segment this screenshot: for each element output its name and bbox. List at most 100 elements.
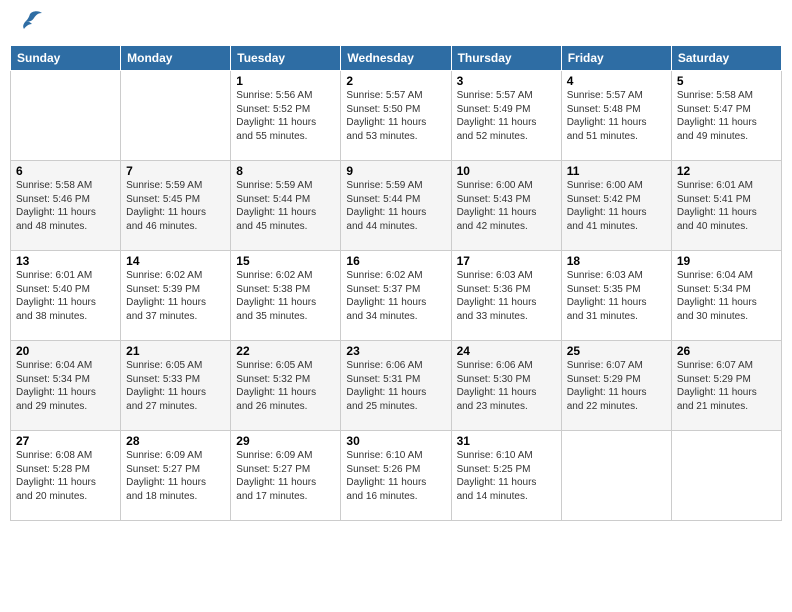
calendar-table: SundayMondayTuesdayWednesdayThursdayFrid… bbox=[10, 45, 782, 521]
day-info: Sunrise: 6:09 AMSunset: 5:27 PMDaylight:… bbox=[236, 449, 335, 503]
page-header bbox=[10, 10, 782, 37]
calendar-cell: 21Sunrise: 6:05 AMSunset: 5:33 PMDayligh… bbox=[121, 341, 231, 431]
calendar-cell bbox=[671, 431, 781, 521]
day-number: 4 bbox=[567, 74, 666, 88]
column-header-saturday: Saturday bbox=[671, 46, 781, 71]
day-info: Sunrise: 6:02 AMSunset: 5:38 PMDaylight:… bbox=[236, 269, 335, 323]
day-number: 10 bbox=[457, 164, 556, 178]
day-number: 31 bbox=[457, 434, 556, 448]
calendar-cell: 15Sunrise: 6:02 AMSunset: 5:38 PMDayligh… bbox=[231, 251, 341, 341]
calendar-cell: 27Sunrise: 6:08 AMSunset: 5:28 PMDayligh… bbox=[11, 431, 121, 521]
day-info: Sunrise: 6:08 AMSunset: 5:28 PMDaylight:… bbox=[16, 449, 115, 503]
day-number: 26 bbox=[677, 344, 776, 358]
calendar-cell: 7Sunrise: 5:59 AMSunset: 5:45 PMDaylight… bbox=[121, 161, 231, 251]
day-info: Sunrise: 5:57 AMSunset: 5:49 PMDaylight:… bbox=[457, 89, 556, 143]
day-info: Sunrise: 6:04 AMSunset: 5:34 PMDaylight:… bbox=[16, 359, 115, 413]
calendar-cell: 29Sunrise: 6:09 AMSunset: 5:27 PMDayligh… bbox=[231, 431, 341, 521]
day-info: Sunrise: 6:04 AMSunset: 5:34 PMDaylight:… bbox=[677, 269, 776, 323]
calendar-cell: 19Sunrise: 6:04 AMSunset: 5:34 PMDayligh… bbox=[671, 251, 781, 341]
column-header-tuesday: Tuesday bbox=[231, 46, 341, 71]
day-number: 7 bbox=[126, 164, 225, 178]
day-info: Sunrise: 5:58 AMSunset: 5:47 PMDaylight:… bbox=[677, 89, 776, 143]
day-info: Sunrise: 6:01 AMSunset: 5:40 PMDaylight:… bbox=[16, 269, 115, 323]
calendar-cell: 11Sunrise: 6:00 AMSunset: 5:42 PMDayligh… bbox=[561, 161, 671, 251]
calendar-cell: 23Sunrise: 6:06 AMSunset: 5:31 PMDayligh… bbox=[341, 341, 451, 431]
day-number: 1 bbox=[236, 74, 335, 88]
calendar-week-3: 13Sunrise: 6:01 AMSunset: 5:40 PMDayligh… bbox=[11, 251, 782, 341]
calendar-cell: 1Sunrise: 5:56 AMSunset: 5:52 PMDaylight… bbox=[231, 71, 341, 161]
day-number: 5 bbox=[677, 74, 776, 88]
day-number: 23 bbox=[346, 344, 445, 358]
calendar-cell: 13Sunrise: 6:01 AMSunset: 5:40 PMDayligh… bbox=[11, 251, 121, 341]
calendar-cell: 8Sunrise: 5:59 AMSunset: 5:44 PMDaylight… bbox=[231, 161, 341, 251]
calendar-cell: 26Sunrise: 6:07 AMSunset: 5:29 PMDayligh… bbox=[671, 341, 781, 431]
day-info: Sunrise: 6:03 AMSunset: 5:35 PMDaylight:… bbox=[567, 269, 666, 323]
calendar-cell: 30Sunrise: 6:10 AMSunset: 5:26 PMDayligh… bbox=[341, 431, 451, 521]
calendar-week-5: 27Sunrise: 6:08 AMSunset: 5:28 PMDayligh… bbox=[11, 431, 782, 521]
day-info: Sunrise: 6:05 AMSunset: 5:32 PMDaylight:… bbox=[236, 359, 335, 413]
calendar-cell: 22Sunrise: 6:05 AMSunset: 5:32 PMDayligh… bbox=[231, 341, 341, 431]
logo bbox=[14, 10, 44, 37]
calendar-week-1: 1Sunrise: 5:56 AMSunset: 5:52 PMDaylight… bbox=[11, 71, 782, 161]
calendar-cell: 28Sunrise: 6:09 AMSunset: 5:27 PMDayligh… bbox=[121, 431, 231, 521]
calendar-cell: 18Sunrise: 6:03 AMSunset: 5:35 PMDayligh… bbox=[561, 251, 671, 341]
day-number: 21 bbox=[126, 344, 225, 358]
day-info: Sunrise: 6:00 AMSunset: 5:43 PMDaylight:… bbox=[457, 179, 556, 233]
day-number: 30 bbox=[346, 434, 445, 448]
calendar-cell: 25Sunrise: 6:07 AMSunset: 5:29 PMDayligh… bbox=[561, 341, 671, 431]
calendar-cell bbox=[561, 431, 671, 521]
calendar-cell: 31Sunrise: 6:10 AMSunset: 5:25 PMDayligh… bbox=[451, 431, 561, 521]
calendar-cell: 24Sunrise: 6:06 AMSunset: 5:30 PMDayligh… bbox=[451, 341, 561, 431]
logo-bird-icon bbox=[16, 10, 44, 37]
day-number: 20 bbox=[16, 344, 115, 358]
day-number: 3 bbox=[457, 74, 556, 88]
calendar-week-4: 20Sunrise: 6:04 AMSunset: 5:34 PMDayligh… bbox=[11, 341, 782, 431]
calendar-week-2: 6Sunrise: 5:58 AMSunset: 5:46 PMDaylight… bbox=[11, 161, 782, 251]
day-number: 13 bbox=[16, 254, 115, 268]
day-info: Sunrise: 6:09 AMSunset: 5:27 PMDaylight:… bbox=[126, 449, 225, 503]
day-number: 17 bbox=[457, 254, 556, 268]
day-number: 2 bbox=[346, 74, 445, 88]
day-info: Sunrise: 5:59 AMSunset: 5:44 PMDaylight:… bbox=[236, 179, 335, 233]
column-header-thursday: Thursday bbox=[451, 46, 561, 71]
day-number: 9 bbox=[346, 164, 445, 178]
day-info: Sunrise: 6:01 AMSunset: 5:41 PMDaylight:… bbox=[677, 179, 776, 233]
calendar-cell: 6Sunrise: 5:58 AMSunset: 5:46 PMDaylight… bbox=[11, 161, 121, 251]
day-number: 12 bbox=[677, 164, 776, 178]
day-info: Sunrise: 5:58 AMSunset: 5:46 PMDaylight:… bbox=[16, 179, 115, 233]
day-info: Sunrise: 6:10 AMSunset: 5:25 PMDaylight:… bbox=[457, 449, 556, 503]
day-number: 18 bbox=[567, 254, 666, 268]
column-header-wednesday: Wednesday bbox=[341, 46, 451, 71]
calendar-cell: 17Sunrise: 6:03 AMSunset: 5:36 PMDayligh… bbox=[451, 251, 561, 341]
column-header-friday: Friday bbox=[561, 46, 671, 71]
day-number: 27 bbox=[16, 434, 115, 448]
calendar-cell bbox=[11, 71, 121, 161]
day-info: Sunrise: 6:06 AMSunset: 5:31 PMDaylight:… bbox=[346, 359, 445, 413]
day-number: 6 bbox=[16, 164, 115, 178]
day-info: Sunrise: 6:00 AMSunset: 5:42 PMDaylight:… bbox=[567, 179, 666, 233]
day-number: 25 bbox=[567, 344, 666, 358]
day-info: Sunrise: 6:03 AMSunset: 5:36 PMDaylight:… bbox=[457, 269, 556, 323]
calendar-cell bbox=[121, 71, 231, 161]
day-number: 22 bbox=[236, 344, 335, 358]
day-number: 28 bbox=[126, 434, 225, 448]
calendar-cell: 9Sunrise: 5:59 AMSunset: 5:44 PMDaylight… bbox=[341, 161, 451, 251]
day-info: Sunrise: 6:10 AMSunset: 5:26 PMDaylight:… bbox=[346, 449, 445, 503]
day-number: 14 bbox=[126, 254, 225, 268]
calendar-cell: 16Sunrise: 6:02 AMSunset: 5:37 PMDayligh… bbox=[341, 251, 451, 341]
day-number: 16 bbox=[346, 254, 445, 268]
day-info: Sunrise: 6:05 AMSunset: 5:33 PMDaylight:… bbox=[126, 359, 225, 413]
calendar-cell: 20Sunrise: 6:04 AMSunset: 5:34 PMDayligh… bbox=[11, 341, 121, 431]
calendar-cell: 5Sunrise: 5:58 AMSunset: 5:47 PMDaylight… bbox=[671, 71, 781, 161]
day-info: Sunrise: 6:02 AMSunset: 5:37 PMDaylight:… bbox=[346, 269, 445, 323]
day-number: 11 bbox=[567, 164, 666, 178]
calendar-cell: 10Sunrise: 6:00 AMSunset: 5:43 PMDayligh… bbox=[451, 161, 561, 251]
calendar-cell: 12Sunrise: 6:01 AMSunset: 5:41 PMDayligh… bbox=[671, 161, 781, 251]
day-number: 8 bbox=[236, 164, 335, 178]
calendar-header-row: SundayMondayTuesdayWednesdayThursdayFrid… bbox=[11, 46, 782, 71]
day-info: Sunrise: 5:56 AMSunset: 5:52 PMDaylight:… bbox=[236, 89, 335, 143]
day-info: Sunrise: 6:07 AMSunset: 5:29 PMDaylight:… bbox=[567, 359, 666, 413]
calendar-cell: 14Sunrise: 6:02 AMSunset: 5:39 PMDayligh… bbox=[121, 251, 231, 341]
day-number: 29 bbox=[236, 434, 335, 448]
calendar-cell: 3Sunrise: 5:57 AMSunset: 5:49 PMDaylight… bbox=[451, 71, 561, 161]
